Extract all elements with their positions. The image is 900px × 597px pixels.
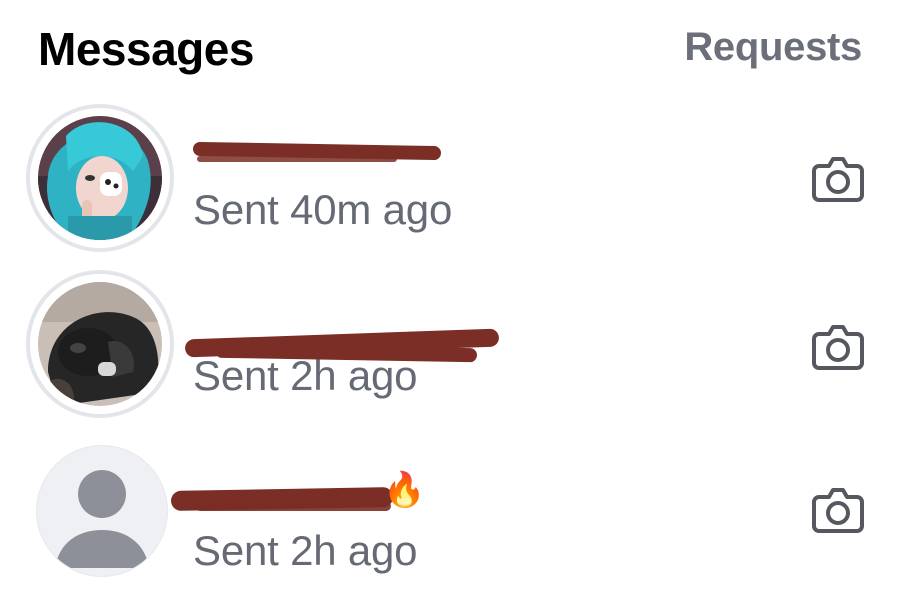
avatar[interactable] — [36, 445, 168, 577]
camera-icon[interactable] — [811, 322, 865, 372]
profile-photo-icon — [38, 116, 162, 240]
message-status: Sent 2h ago — [193, 352, 418, 399]
messages-screen: Messages Requests Sent 40m ago Sent 2h a… — [0, 0, 900, 597]
redaction-mark — [197, 156, 397, 162]
camera-icon[interactable] — [811, 154, 865, 204]
message-thread-row[interactable]: Sent 2h ago — [0, 270, 900, 430]
requests-link[interactable]: Requests — [684, 25, 862, 70]
messages-header: Messages Requests — [0, 0, 900, 100]
default-avatar-icon — [55, 470, 149, 568]
message-thread-row[interactable]: 🔥 Sent 2h ago — [0, 445, 900, 597]
message-status: Sent 2h ago — [193, 527, 418, 574]
message-status: Sent 40m ago — [193, 186, 453, 233]
camera-icon[interactable] — [811, 485, 865, 535]
page-title: Messages — [38, 23, 254, 75]
avatar[interactable] — [38, 116, 162, 240]
avatar-ring — [26, 104, 174, 252]
profile-photo-icon — [38, 282, 162, 406]
message-thread-row[interactable]: Sent 40m ago — [0, 104, 900, 264]
avatar[interactable] — [38, 282, 162, 406]
fire-emoji: 🔥 — [383, 471, 426, 509]
avatar-ring — [26, 270, 174, 418]
redaction-mark — [195, 501, 391, 511]
